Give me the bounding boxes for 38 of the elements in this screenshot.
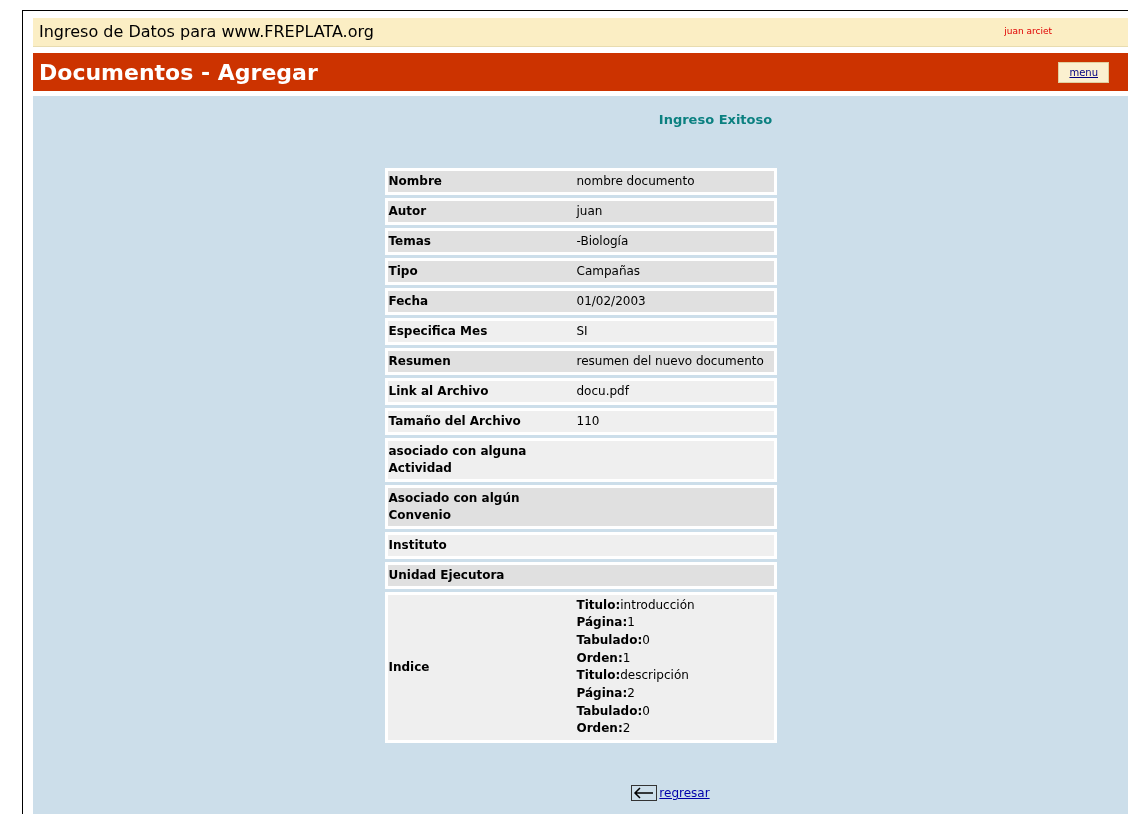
field-value: resumen del nuevo documento	[576, 352, 764, 370]
index-entry: Titulo:descripción	[576, 667, 690, 685]
field-label: Temas	[388, 233, 431, 248]
index-entry: Página:1	[576, 614, 636, 632]
field-label: Indice	[388, 659, 430, 674]
field-label: Tipo	[388, 263, 418, 278]
index-entry: Página:2	[576, 685, 636, 702]
field-value: SI	[576, 322, 588, 340]
back-link[interactable]: regresar	[659, 784, 710, 803]
field-label: Nombre	[388, 173, 442, 188]
field-value: 01/02/2003	[576, 292, 646, 310]
field-label: Fecha	[388, 293, 429, 308]
field-label: Asociado con algún Convenio	[388, 490, 520, 522]
field-label: Tamaño del Archivo	[388, 413, 521, 428]
field-value: juan	[576, 202, 603, 220]
field-label: Especifica Mes	[388, 323, 488, 338]
field-value: 110	[576, 412, 600, 430]
page-title: Documentos - Agregar	[39, 58, 318, 87]
back-arrow-icon[interactable]	[631, 785, 658, 802]
index-entry: Titulo:introducción	[576, 596, 695, 614]
index-entry: Orden:2	[576, 720, 632, 738]
field-value: -Biología	[576, 232, 629, 250]
menu-button[interactable]: menu	[1058, 61, 1109, 83]
user-name: juan arciet	[1004, 25, 1052, 39]
field-label: Unidad Ejecutora	[388, 567, 505, 582]
index-entry: Orden:1	[576, 649, 632, 667]
success-message: Ingreso Exitoso	[658, 111, 773, 129]
field-label: Link al Archivo	[388, 383, 489, 398]
field-label: Resumen	[388, 353, 451, 368]
site-title: Ingreso de Datos para www.FREPLATA.org	[39, 21, 374, 43]
index-entry: Tabulado:0	[576, 631, 651, 649]
field-label: asociado con alguna Actividad	[388, 443, 527, 475]
field-label: Autor	[388, 203, 427, 218]
field-value: docu.pdf	[576, 382, 629, 400]
index-entry: Tabulado:0	[576, 702, 651, 720]
field-value: nombre documento	[576, 172, 695, 190]
field-label: Instituto	[388, 537, 447, 552]
field-value: Campañas	[576, 262, 641, 280]
